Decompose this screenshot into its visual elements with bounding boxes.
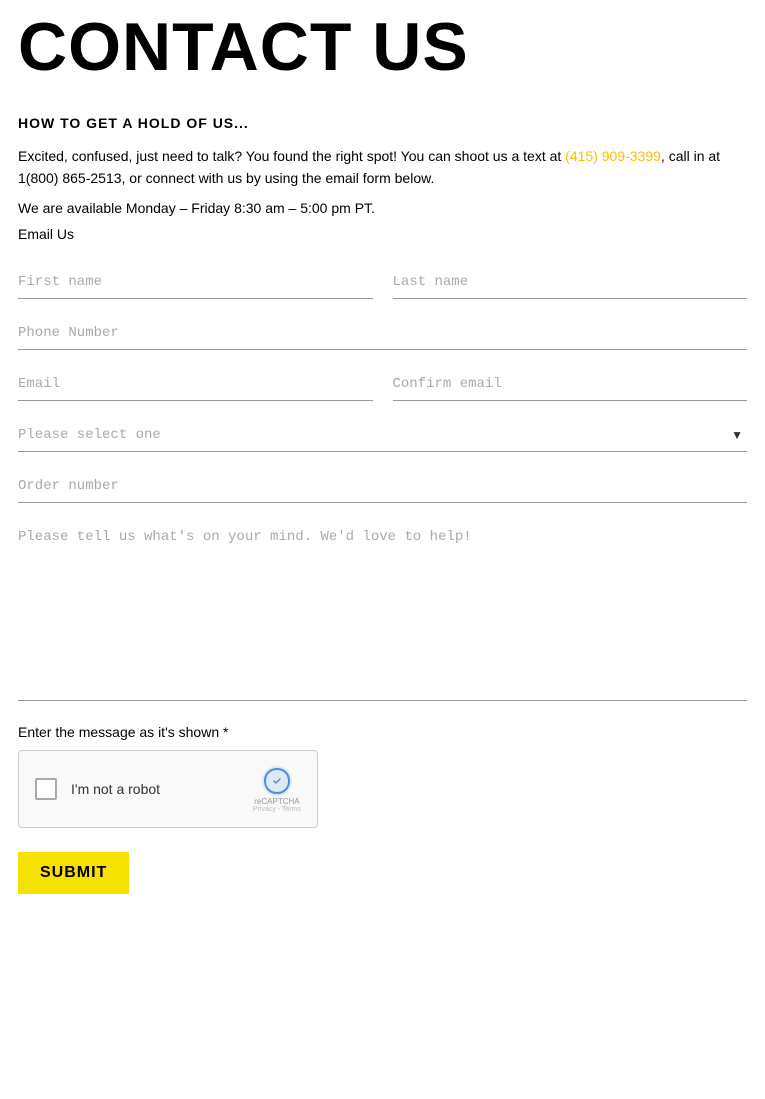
topic-select-wrapper: Please select one Order Issue Product Qu… — [18, 419, 747, 452]
email-input[interactable] — [18, 368, 373, 401]
email-us-label: Email Us — [18, 226, 747, 242]
confirm-email-input[interactable] — [393, 368, 748, 401]
description-intro: Excited, confused, just need to talk? Yo… — [18, 148, 565, 164]
recaptcha-links: Privacy - Terms — [253, 806, 301, 813]
contact-form: Please select one Order Issue Product Qu… — [18, 266, 747, 894]
availability-text: We are available Monday – Friday 8:30 am… — [18, 200, 747, 216]
message-textarea[interactable] — [18, 521, 747, 701]
last-name-wrapper — [393, 266, 748, 299]
phone-input[interactable] — [18, 317, 747, 350]
recaptcha-widget[interactable]: I'm not a robot reCAPTCHA Privacy - Term… — [18, 750, 318, 828]
submit-button[interactable]: SUBMIT — [18, 852, 129, 894]
description-text: Excited, confused, just need to talk? Yo… — [18, 145, 747, 190]
recaptcha-logo-icon — [261, 765, 293, 797]
recaptcha-logo-area: reCAPTCHA Privacy - Terms — [253, 765, 301, 813]
first-name-input[interactable] — [18, 266, 373, 299]
order-number-input[interactable] — [18, 470, 747, 503]
email-row — [18, 368, 747, 419]
last-name-input[interactable] — [393, 266, 748, 299]
recaptcha-checkbox[interactable] — [35, 778, 57, 800]
page-title: CONTACT US — [18, 10, 747, 85]
captcha-label: Enter the message as it's shown * — [18, 724, 747, 740]
phone-wrapper — [18, 317, 747, 350]
confirm-email-wrapper — [393, 368, 748, 401]
recaptcha-brand: reCAPTCHA — [254, 797, 299, 806]
phone-link[interactable]: (415) 909-3399 — [565, 148, 661, 164]
email-wrapper — [18, 368, 373, 401]
topic-select[interactable]: Please select one Order Issue Product Qu… — [18, 419, 747, 452]
name-row — [18, 266, 747, 317]
message-wrapper — [18, 521, 747, 706]
recaptcha-text: I'm not a robot — [71, 781, 243, 797]
order-number-wrapper — [18, 470, 747, 503]
section-heading: HOW TO GET A HOLD OF US... — [18, 115, 747, 131]
first-name-wrapper — [18, 266, 373, 299]
